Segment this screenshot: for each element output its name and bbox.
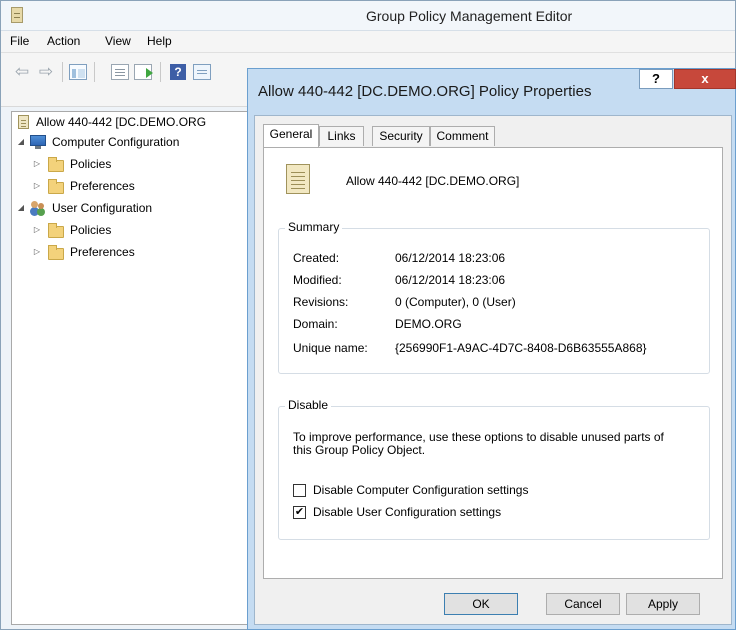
created-value: 06/12/2014 18:23:06 bbox=[395, 251, 506, 265]
gpo-app-icon bbox=[11, 7, 23, 23]
general-tab-panel: Allow 440-442 [DC.DEMO.ORG] Summary Crea… bbox=[263, 147, 723, 579]
domain-label: Domain: bbox=[293, 317, 338, 331]
tree-item-label: User Configuration bbox=[52, 201, 153, 215]
tab-links[interactable]: Links bbox=[319, 126, 364, 146]
tree-item-user-configuration[interactable]: ◢ User Configuration bbox=[12, 198, 260, 218]
users-icon bbox=[30, 201, 46, 215]
disable-computer-config-checkbox[interactable] bbox=[293, 484, 306, 497]
gpo-icon bbox=[286, 164, 310, 194]
back-arrow-icon[interactable]: ⇦ bbox=[13, 63, 31, 80]
toolbar-separator bbox=[160, 62, 161, 82]
gpo-name: Allow 440-442 [DC.DEMO.ORG] bbox=[346, 174, 520, 188]
tree-item-label: Allow 440-442 [DC.DEMO.ORG bbox=[36, 115, 207, 129]
tree-item-label: Policies bbox=[70, 157, 112, 171]
expand-triangle-icon[interactable]: ▷ bbox=[32, 154, 42, 174]
tree-item-gpo-root[interactable]: Allow 440-442 [DC.DEMO.ORG bbox=[12, 112, 260, 132]
forward-arrow-icon[interactable]: ⇨ bbox=[37, 63, 55, 80]
disable-user-config-label: Disable User Configuration settings bbox=[313, 505, 502, 519]
dialog-titlebar[interactable]: Allow 440-442 [DC.DEMO.ORG] Policy Prope… bbox=[248, 69, 736, 115]
tab-security[interactable]: Security bbox=[372, 126, 430, 146]
show-list-icon[interactable] bbox=[111, 64, 129, 80]
export-list-icon[interactable] bbox=[134, 64, 153, 80]
toolbar-separator bbox=[94, 62, 95, 82]
revisions-value: 0 (Computer), 0 (User) bbox=[395, 295, 516, 309]
cancel-button[interactable]: Cancel bbox=[546, 593, 620, 615]
dialog-body: General Links Security Comment Allow 440… bbox=[254, 115, 732, 625]
expand-triangle-icon[interactable]: ▷ bbox=[32, 176, 42, 196]
console-tree: Allow 440-442 [DC.DEMO.ORG ◢ Computer Co… bbox=[11, 111, 261, 625]
main-window-title: Group Policy Management Editor bbox=[366, 8, 573, 24]
disable-description: To improve performance, use these option… bbox=[293, 430, 664, 457]
tab-general[interactable]: General bbox=[263, 124, 319, 147]
properties-icon[interactable] bbox=[193, 64, 211, 80]
show-hide-console-tree-icon[interactable] bbox=[69, 64, 87, 80]
created-label: Created: bbox=[293, 251, 340, 265]
unique-name-value: {256990F1-A9AC-4D7C-8408-D6B63555A868} bbox=[395, 341, 647, 355]
tree-item-computer-policies[interactable]: ▷ Policies bbox=[12, 154, 260, 174]
menu-help[interactable]: Help bbox=[147, 34, 172, 48]
expand-triangle-icon[interactable]: ▷ bbox=[32, 220, 42, 240]
gpo-icon bbox=[18, 115, 29, 129]
folder-icon bbox=[48, 245, 64, 260]
ok-button[interactable]: OK bbox=[444, 593, 518, 615]
menu-action[interactable]: Action bbox=[47, 34, 80, 48]
unique-name-label: Unique name: bbox=[293, 341, 368, 355]
summary-group: Summary Created: 06/12/2014 18:23:06 Mod… bbox=[278, 220, 710, 374]
disable-computer-config-label: Disable Computer Configuration settings bbox=[313, 483, 529, 497]
apply-button[interactable]: Apply bbox=[626, 593, 700, 615]
tree-item-computer-configuration[interactable]: ◢ Computer Configuration bbox=[12, 132, 260, 152]
collapse-triangle-icon[interactable]: ◢ bbox=[16, 132, 26, 152]
tree-item-computer-preferences[interactable]: ▷ Preferences bbox=[12, 176, 260, 196]
collapse-triangle-icon[interactable]: ◢ bbox=[16, 198, 26, 218]
menubar: File Action View Help bbox=[1, 31, 735, 53]
disable-user-config-checkbox-row[interactable]: ✔ Disable User Configuration settings bbox=[293, 505, 593, 521]
folder-icon bbox=[48, 223, 64, 238]
tree-item-user-policies[interactable]: ▷ Policies bbox=[12, 220, 260, 240]
tree-item-user-preferences[interactable]: ▷ Preferences bbox=[12, 242, 260, 262]
domain-value: DEMO.ORG bbox=[395, 317, 462, 331]
tab-comment[interactable]: Comment bbox=[430, 126, 495, 146]
tree-item-label: Preferences bbox=[70, 179, 135, 193]
dialog-close-button[interactable]: x bbox=[674, 69, 736, 89]
tree-item-label: Computer Configuration bbox=[52, 135, 180, 149]
folder-icon bbox=[48, 157, 64, 172]
tree-item-label: Preferences bbox=[70, 245, 135, 259]
summary-title: Summary bbox=[285, 220, 343, 234]
modified-value: 06/12/2014 18:23:06 bbox=[395, 273, 506, 287]
disable-user-config-checkbox[interactable]: ✔ bbox=[293, 506, 306, 519]
policy-properties-dialog: Allow 440-442 [DC.DEMO.ORG] Policy Prope… bbox=[247, 68, 736, 630]
revisions-label: Revisions: bbox=[293, 295, 349, 309]
help-icon[interactable]: ? bbox=[170, 64, 186, 80]
menu-file[interactable]: File bbox=[10, 34, 29, 48]
main-titlebar[interactable]: Group Policy Management Editor bbox=[1, 1, 735, 31]
disable-title: Disable bbox=[285, 398, 332, 412]
disable-group: Disable To improve performance, use thes… bbox=[278, 398, 710, 540]
menu-view[interactable]: View bbox=[105, 34, 131, 48]
modified-label: Modified: bbox=[293, 273, 342, 287]
tree-item-label: Policies bbox=[70, 223, 112, 237]
expand-triangle-icon[interactable]: ▷ bbox=[32, 242, 42, 262]
toolbar-separator bbox=[62, 62, 63, 82]
computer-icon bbox=[30, 135, 46, 149]
dialog-help-button[interactable]: ? bbox=[639, 69, 673, 89]
disable-computer-config-checkbox-row[interactable]: Disable Computer Configuration settings bbox=[293, 483, 593, 499]
folder-icon bbox=[48, 179, 64, 194]
dialog-title: Allow 440-442 [DC.DEMO.ORG] Policy Prope… bbox=[258, 83, 592, 100]
